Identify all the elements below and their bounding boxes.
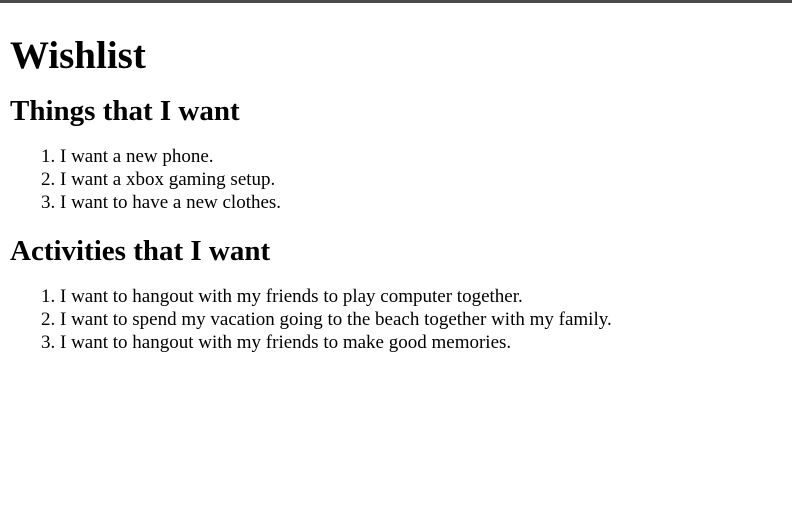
page-title: Wishlist: [10, 34, 146, 77]
list-item: I want a xbox gaming setup.: [60, 168, 782, 191]
things-section: Things that I want I want a new phone. I…: [10, 94, 782, 214]
things-heading: Things that I want: [10, 95, 240, 127]
activities-list: I want to hangout with my friends to pla…: [10, 285, 782, 354]
list-item: I want to have a new clothes.: [60, 191, 782, 214]
things-list: I want a new phone. I want a xbox gaming…: [10, 145, 782, 214]
list-item: I want to hangout with my friends to mak…: [60, 331, 782, 354]
activities-heading: Activities that I want: [10, 235, 271, 267]
list-item: I want a new phone.: [60, 145, 782, 168]
list-item: I want to hangout with my friends to pla…: [60, 285, 782, 308]
list-item: I want to spend my vacation going to the…: [60, 308, 782, 331]
activities-section: Activities that I want I want to hangout…: [10, 234, 782, 354]
page-content: Wishlist Things that I want I want a new…: [0, 34, 792, 354]
